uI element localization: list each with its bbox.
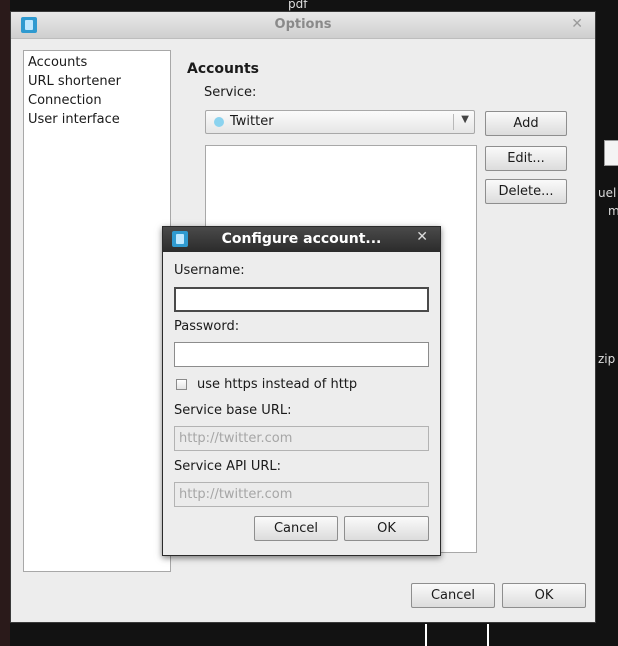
configure-account-dialog: Configure account... ✕ Username: Passwor… [162, 226, 441, 556]
desktop-label-1: uel [598, 186, 617, 200]
nav-item-accounts[interactable]: Accounts [24, 53, 170, 72]
api-url-field [174, 482, 429, 507]
username-label: Username: [174, 263, 245, 278]
dialog-titlebar[interactable]: Configure account... ✕ [163, 227, 440, 252]
combo-separator [453, 114, 454, 130]
edit-button[interactable]: Edit... [485, 146, 567, 171]
delete-button[interactable]: Delete... [485, 179, 567, 204]
dialog-cancel-button[interactable]: Cancel [254, 516, 338, 541]
desktop-file-icon[interactable] [604, 140, 618, 166]
options-nav-list: Accounts URL shortener Connection User i… [23, 50, 171, 572]
https-checkbox[interactable] [176, 379, 187, 390]
desktop-decoration [425, 624, 489, 646]
options-titlebar[interactable]: Options ✕ [11, 12, 595, 39]
nav-item-user-interface[interactable]: User interface [24, 110, 170, 129]
dialog-ok-button[interactable]: OK [344, 516, 429, 541]
service-select-value: Twitter [230, 114, 274, 129]
api-url-label: Service API URL: [174, 459, 282, 474]
password-label: Password: [174, 319, 240, 334]
options-ok-button[interactable]: OK [502, 583, 586, 608]
close-icon[interactable]: ✕ [571, 16, 583, 32]
dialog-title: Configure account... [221, 231, 382, 247]
options-cancel-button[interactable]: Cancel [411, 583, 495, 608]
https-checkbox-label[interactable]: use https instead of http [197, 377, 357, 392]
base-url-field [174, 426, 429, 451]
base-url-label: Service base URL: [174, 403, 292, 418]
service-label: Service: [204, 85, 257, 100]
nav-item-connection[interactable]: Connection [24, 91, 170, 110]
service-select[interactable]: Twitter ▼ [205, 110, 475, 134]
section-title: Accounts [187, 61, 260, 77]
desktop-label-3: zip [598, 352, 616, 366]
username-field[interactable] [174, 287, 429, 312]
add-button[interactable]: Add [485, 111, 567, 136]
nav-item-url-shortener[interactable]: URL shortener [24, 72, 170, 91]
desktop-decoration [0, 0, 10, 646]
dropdown-arrow-icon: ▼ [461, 114, 469, 125]
password-field[interactable] [174, 342, 429, 367]
desktop-label-pdf: pdf [288, 0, 308, 11]
desktop-label-2: m [608, 204, 618, 218]
close-icon[interactable]: ✕ [416, 229, 428, 245]
twitter-bird-icon [214, 117, 224, 127]
options-title: Options [274, 17, 332, 32]
